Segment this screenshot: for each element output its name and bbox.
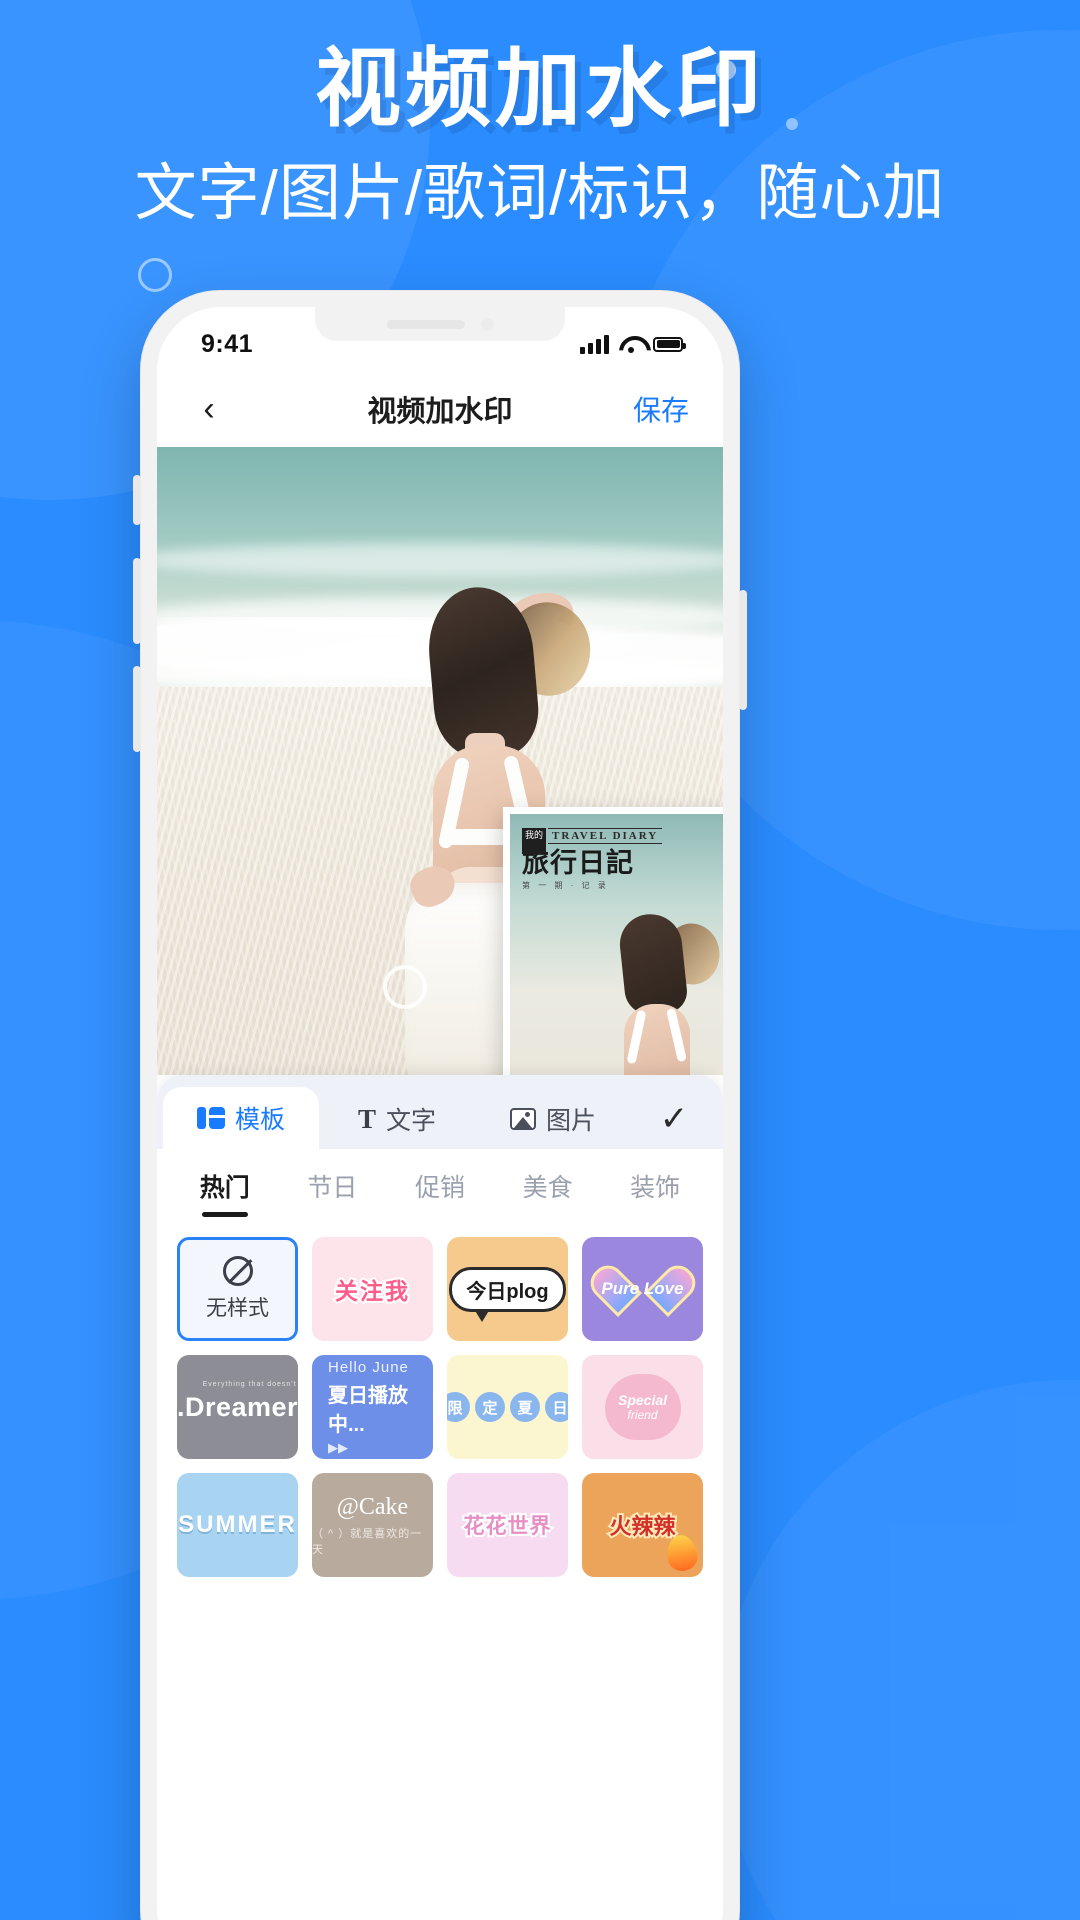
tab-template-label: 模板 bbox=[234, 1106, 285, 1134]
decorative-ring bbox=[138, 258, 172, 292]
soft-heart-shape: Special friend bbox=[604, 1374, 681, 1440]
watermark-subtitle: 第 一 期 · 记 录 bbox=[522, 881, 609, 891]
category-tab-hot[interactable]: 热门 bbox=[171, 1168, 279, 1204]
template-label-dreamer: .Dreamer bbox=[177, 1391, 298, 1422]
cellular-signal-icon bbox=[580, 334, 609, 354]
chip-char: 定 bbox=[475, 1392, 505, 1422]
template-label-special-2: friend bbox=[627, 1408, 658, 1422]
template-bottomlabel-hello: ▶▶ bbox=[328, 1439, 348, 1455]
template-tile-summer[interactable]: SUMMER bbox=[177, 1473, 298, 1577]
watermark-overlay-card[interactable]: 我的 TRAVEL DIARY 旅行日記 第 一 期 · 记 录 No.01 bbox=[503, 807, 723, 1075]
template-label-follow: 关注我 bbox=[333, 1276, 410, 1306]
template-tile-cake[interactable]: @Cake （ ^ ）就是喜欢的一天 bbox=[312, 1473, 433, 1577]
save-button[interactable]: 保存 bbox=[633, 389, 689, 429]
front-camera bbox=[480, 317, 494, 331]
template-label-love: Pure Love bbox=[601, 1279, 684, 1298]
status-bar: 9:41 bbox=[157, 307, 723, 371]
template-label-bloom: 花花世界 bbox=[462, 1513, 553, 1540]
category-tab-holiday[interactable]: 节日 bbox=[279, 1168, 387, 1204]
phone-notch bbox=[315, 307, 565, 341]
chip-char: 夏 bbox=[510, 1392, 540, 1422]
editor-panel: 模板 T 文字 图片 ✓ 热门 节日 促销 美食 装饰 无样式 关注我 今日pl… bbox=[157, 1075, 723, 1920]
template-tile-follow[interactable]: 关注我 bbox=[312, 1237, 433, 1341]
template-label-plog: 今日plog bbox=[449, 1266, 566, 1322]
category-tab-promotion[interactable]: 促销 bbox=[386, 1168, 494, 1204]
preview-handle[interactable] bbox=[383, 965, 427, 1009]
promo-subline: 文字/图片/歌词/标识，随心加 bbox=[134, 159, 946, 229]
watermark-corner-tag: No.01 bbox=[722, 818, 723, 825]
volume-down-button bbox=[133, 666, 141, 752]
tab-template[interactable]: 模板 bbox=[163, 1087, 319, 1149]
phone-screen: 9:41 ‹ 视频加水印 保存 我的 TRAVEL DIARY 旅行日記 第 一… bbox=[157, 307, 723, 1920]
image-icon bbox=[509, 1108, 536, 1130]
template-label-xiari: 限 定 夏 日 bbox=[447, 1392, 568, 1422]
no-style-icon bbox=[222, 1256, 253, 1286]
template-tile-plog[interactable]: 今日plog bbox=[447, 1237, 568, 1341]
video-preview[interactable]: 我的 TRAVEL DIARY 旅行日記 第 一 期 · 记 录 No.01 bbox=[157, 447, 723, 1075]
category-tab-decoration[interactable]: 装饰 bbox=[601, 1168, 709, 1204]
template-label-special-1: Special bbox=[617, 1392, 668, 1408]
category-tab-food[interactable]: 美食 bbox=[494, 1168, 602, 1204]
tab-image-label: 图片 bbox=[545, 1107, 596, 1135]
template-sublabel-dreamer: Everything that doesn't kill bbox=[202, 1381, 298, 1388]
back-icon[interactable]: ‹ bbox=[191, 391, 227, 427]
template-label-cake: @Cake bbox=[336, 1493, 409, 1520]
mute-switch bbox=[133, 475, 141, 525]
watermark-english-title: TRAVEL DIARY bbox=[548, 828, 663, 844]
tab-image[interactable]: 图片 bbox=[475, 1089, 631, 1149]
status-time: 9:41 bbox=[201, 329, 254, 358]
watermark-chinese-title: 旅行日記 bbox=[522, 849, 682, 878]
power-button bbox=[739, 590, 747, 710]
tab-text[interactable]: T 文字 bbox=[319, 1089, 475, 1149]
phone-mockup: 9:41 ‹ 视频加水印 保存 我的 TRAVEL DIARY 旅行日記 第 一… bbox=[133, 290, 747, 1920]
template-tile-love[interactable]: Pure Love bbox=[582, 1237, 703, 1341]
chip-char: 日 bbox=[545, 1392, 568, 1422]
text-icon: T bbox=[357, 1103, 376, 1134]
template-toplabel-hello: Hello June bbox=[328, 1358, 409, 1376]
template-label-none: 无样式 bbox=[206, 1297, 269, 1320]
template-label-hello: 夏日播放中... bbox=[328, 1384, 408, 1436]
template-label-summer: SUMMER bbox=[178, 1511, 297, 1538]
tab-text-label: 文字 bbox=[386, 1107, 437, 1135]
template-label-spicy: 火辣辣 bbox=[607, 1512, 677, 1541]
template-tile-spicy[interactable]: 火辣辣 bbox=[582, 1473, 703, 1577]
check-icon[interactable]: ✓ bbox=[631, 1089, 717, 1149]
earpiece-speaker bbox=[386, 319, 465, 329]
category-tabs: 热门 节日 促销 美食 装饰 bbox=[157, 1149, 723, 1223]
volume-up-button bbox=[133, 558, 141, 644]
wifi-icon bbox=[619, 335, 643, 353]
watermark-title-block: 我的 TRAVEL DIARY 旅行日記 第 一 期 · 记 录 bbox=[522, 826, 682, 891]
editor-tab-bar: 模板 T 文字 图片 ✓ bbox=[157, 1075, 723, 1149]
template-tile-dreamer[interactable]: Everything that doesn't kill .Dreamer bbox=[177, 1355, 298, 1459]
watermark-badge: 我的 bbox=[522, 828, 546, 854]
template-grid: 无样式 关注我 今日plog Pure Love Everything that… bbox=[157, 1223, 723, 1577]
template-icon bbox=[196, 1107, 225, 1129]
chip-char: 限 bbox=[447, 1392, 470, 1422]
template-tile-bloom[interactable]: 花花世界 bbox=[447, 1473, 568, 1577]
template-sublabel-cake: （ ^ ）就是喜欢的一天 bbox=[312, 1527, 423, 1556]
template-tile-summer-limited[interactable]: 限 定 夏 日 bbox=[447, 1355, 568, 1459]
background-blob-bottom-right bbox=[720, 1380, 1080, 1920]
status-indicators bbox=[580, 334, 686, 354]
battery-icon bbox=[653, 336, 686, 352]
watermark-card-inner: 我的 TRAVEL DIARY 旅行日記 第 一 期 · 记 录 No.01 bbox=[510, 814, 723, 1075]
template-tile-hello-june[interactable]: Hello June 夏日播放中... ▶▶ bbox=[312, 1355, 433, 1459]
watermark-thumbnail-figure bbox=[602, 906, 723, 1075]
promo-header: 视频加水印 文字/图片/歌词/标识，随心加 bbox=[0, 44, 1080, 228]
template-tile-special-friend[interactable]: Special friend bbox=[582, 1355, 703, 1459]
promo-headline: 视频加水印 bbox=[315, 41, 765, 137]
template-tile-none[interactable]: 无样式 bbox=[177, 1237, 298, 1341]
nav-bar: ‹ 视频加水印 保存 bbox=[157, 371, 723, 447]
